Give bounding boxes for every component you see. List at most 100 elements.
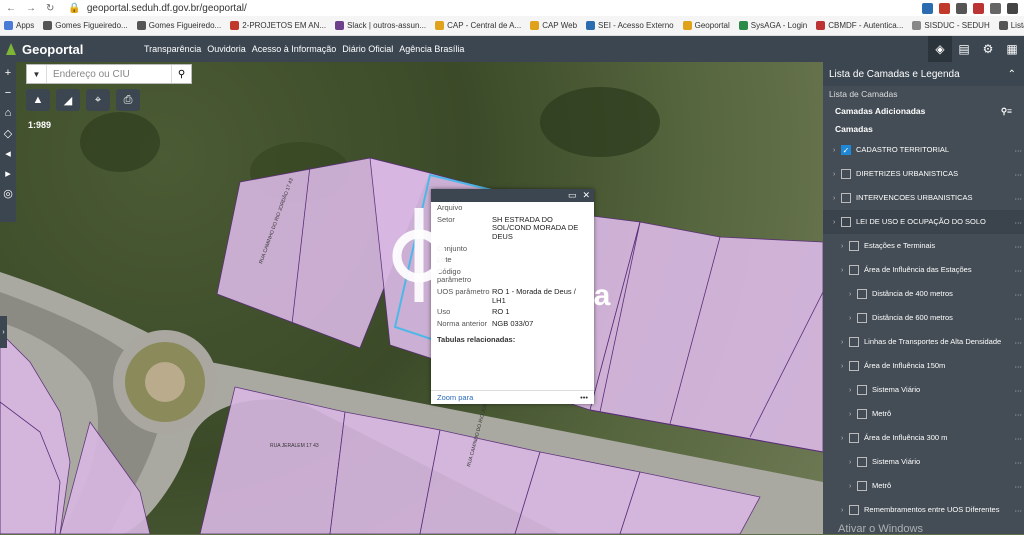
more-options-icon[interactable]: ••• [580,393,588,402]
bookmark-item[interactable]: SysAGA - Login [738,21,807,30]
bookmark-item[interactable]: 2-PROJETOS EM AN... [230,21,326,30]
more-icon[interactable]: ⋯ [1012,482,1024,491]
search-input[interactable]: Endereço ou CIU [47,65,171,83]
chevron-right-icon[interactable]: › [849,411,857,418]
basemap-icon[interactable]: ▲ [26,89,50,111]
bookmark-item[interactable]: CAP Web [530,21,577,30]
layer-item[interactable]: › INTERVENCOES URBANISTICAS ⋯ [823,186,1024,210]
more-icon[interactable]: ⋯ [1012,218,1024,227]
zoom-in-icon[interactable]: + [1,66,15,80]
chevron-right-icon[interactable]: › [841,363,849,370]
chevron-right-icon[interactable]: › [849,483,857,490]
menu-transparencia[interactable]: Transparência [144,44,201,54]
puzzle-icon[interactable] [990,2,1001,14]
elevation-icon[interactable]: ◢ [56,89,80,111]
bookmark-item[interactable]: Slack | outros-assun... [335,21,426,30]
chevron-right-icon[interactable]: › [841,435,849,442]
layer-item[interactable]: › Distância de 400 metros ⋯ [823,282,1024,306]
measure-icon[interactable]: ⌖ [86,89,110,111]
chevron-right-icon[interactable]: › [849,459,857,466]
more-icon[interactable]: ⋯ [1012,314,1024,323]
locate-icon[interactable]: ◎ [1,186,15,200]
more-icon[interactable]: ⋯ [1012,434,1024,443]
layer-checkbox[interactable] [849,361,859,371]
chevron-right-icon[interactable]: › [833,195,841,202]
layer-item[interactable]: › Metrô ⋯ [823,402,1024,426]
chevron-right-icon[interactable]: › [849,315,857,322]
bookmark-item[interactable]: Geoportal [682,21,730,30]
print-icon[interactable]: ⎙ [116,89,140,111]
layer-item[interactable]: › DIRETRIZES URBANISTICAS ⋯ [823,162,1024,186]
layer-item[interactable]: › Área de Influência das Estações ⋯ [823,258,1024,282]
grid-icon[interactable]: ▦ [1000,36,1024,62]
layer-item[interactable]: › Área de Influência 300 m ⋯ [823,426,1024,450]
layer-checkbox[interactable] [857,457,867,467]
chevron-right-icon[interactable]: › [841,339,849,346]
added-layers-section[interactable]: Camadas Adicionadas ⚲≡ [823,102,1024,120]
layer-checkbox[interactable] [849,265,859,275]
star-icon[interactable] [922,2,933,14]
zoom-out-icon[interactable]: − [1,86,15,100]
chevron-right-icon[interactable]: › [849,387,857,394]
back-icon[interactable]: ← [6,3,16,14]
layer-item[interactable]: › Metrô ⋯ [823,474,1024,498]
layer-item[interactable]: › Remembramentos entre UOS Diferentes ⋯ [823,498,1024,522]
menu-icon[interactable] [1007,2,1018,14]
bookmark-item[interactable]: Lista de leit [998,21,1024,30]
reload-icon[interactable]: ↻ [46,3,54,14]
search-list-icon[interactable]: ⚲≡ [1001,106,1012,117]
chevron-right-icon[interactable]: › [841,267,849,274]
bookmark-item[interactable]: SISDUC - SEDUH [912,21,990,30]
layer-checkbox[interactable] [849,241,859,251]
menu-agencia-brasilia[interactable]: Agência Brasília [399,44,464,54]
layer-item[interactable]: › Distância de 600 metros ⋯ [823,306,1024,330]
layer-checkbox[interactable] [857,481,867,491]
layer-checkbox[interactable] [849,505,859,515]
chevron-down-icon[interactable]: ▼ [27,65,47,83]
chevron-up-icon[interactable]: ⌃ [1008,69,1016,80]
bookmark-item[interactable]: Apps [4,21,34,30]
side-toggle[interactable]: › [0,316,7,348]
menu-ouvidoria[interactable]: Ouvidoria [207,44,246,54]
document-icon[interactable]: ▤ [952,36,976,62]
next-extent-icon[interactable]: ▸ [1,166,15,180]
more-icon[interactable]: ⋯ [1012,506,1024,515]
layer-item[interactable]: › LEI DE USO E OCUPAÇÃO DO SOLO ⋯ [823,210,1024,234]
layer-checkbox[interactable] [857,409,867,419]
layer-checkbox[interactable] [849,337,859,347]
map-canvas[interactable]: RUA CAMINHO DO RIO JORDÃO 17 43 RUA JERA… [0,62,823,534]
chevron-right-icon[interactable]: › [833,171,841,178]
lock-icon[interactable]: 🔒 [68,3,80,14]
layer-item[interactable]: › Área de Influência 150m ⋯ [823,354,1024,378]
home-icon[interactable]: ⌂ [1,106,15,120]
more-icon[interactable]: ⋯ [1012,242,1024,251]
layer-checkbox[interactable] [841,169,851,179]
maximize-icon[interactable]: ▭ [568,190,577,201]
more-icon[interactable]: ⋯ [1012,362,1024,371]
more-icon[interactable]: ⋯ [1012,146,1024,155]
eraser-icon[interactable]: ◇ [1,126,15,140]
layer-item[interactable]: › Sistema Viário ⋯ [823,378,1024,402]
menu-diario-oficial[interactable]: Diário Oficial [342,44,393,54]
bookmark-item[interactable]: Gomes Figueiredo... [136,21,221,30]
layer-checkbox[interactable] [841,217,851,227]
more-icon[interactable]: ⋯ [1012,290,1024,299]
more-icon[interactable]: ⋯ [1012,194,1024,203]
zoom-to-link[interactable]: Zoom para [437,393,473,402]
chevron-right-icon[interactable]: › [841,243,849,250]
settings-icon[interactable]: ⚙ [976,36,1000,62]
more-icon[interactable]: ⋯ [1012,266,1024,275]
more-icon[interactable]: ⋯ [1012,386,1024,395]
ext-icon[interactable] [956,2,967,14]
layer-checkbox[interactable] [857,385,867,395]
layer-checkbox[interactable] [849,433,859,443]
bookmark-item[interactable]: SEI - Acesso Externo [586,21,674,30]
geoportal-logo[interactable]: Geoportal [0,42,144,57]
more-icon[interactable]: ⋯ [1012,458,1024,467]
chevron-right-icon[interactable]: › [833,147,841,154]
layer-item[interactable]: › Linhas de Transportes de Alta Densidade… [823,330,1024,354]
layer-item[interactable]: › ✓ CADASTRO TERRITORIAL ⋯ [823,138,1024,162]
forward-icon[interactable]: → [26,3,36,14]
previous-extent-icon[interactable]: ◂ [1,146,15,160]
more-icon[interactable]: ⋯ [1012,338,1024,347]
